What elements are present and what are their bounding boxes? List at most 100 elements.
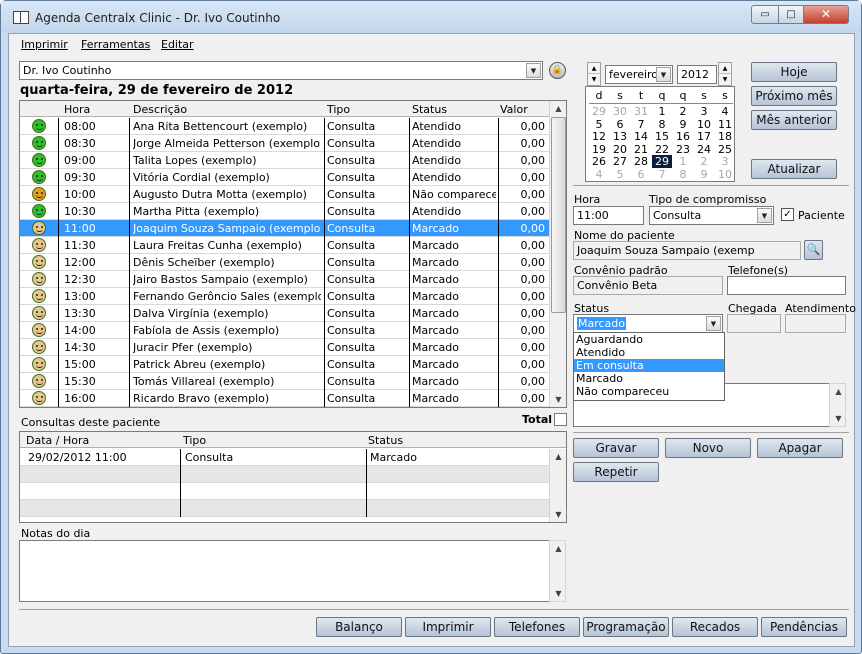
atualizar-button[interactable]: Atualizar bbox=[751, 159, 837, 179]
calendar-day[interactable]: 2 bbox=[673, 105, 693, 118]
chevron-down-icon[interactable]: ▼ bbox=[526, 63, 541, 78]
status-option[interactable]: Atendido bbox=[574, 346, 724, 359]
calendar-day[interactable]: 21 bbox=[631, 143, 651, 156]
month-spinner[interactable]: ▲ ▼ bbox=[587, 62, 601, 86]
menu-ferramentas[interactable]: Ferramentas bbox=[81, 38, 150, 51]
scroll-down-arrow[interactable]: ▼ bbox=[551, 586, 566, 601]
calendar-day[interactable]: 4 bbox=[589, 168, 609, 181]
calendar-day[interactable]: 25 bbox=[715, 143, 735, 156]
table-row[interactable]: 11:30 Laura Freitas Cunha (exemplo) Consul… bbox=[20, 237, 549, 254]
calendar-day[interactable]: 8 bbox=[673, 168, 693, 181]
chevron-down-icon[interactable]: ▼ bbox=[706, 316, 721, 331]
calendar-day[interactable]: 17 bbox=[694, 130, 714, 143]
table-row[interactable]: 08:30 Jorge Almeida Petterson (exemplo) Co… bbox=[20, 135, 549, 152]
calendar-day[interactable]: 30 bbox=[610, 105, 630, 118]
scroll-up-arrow[interactable]: ▲ bbox=[551, 541, 566, 556]
telefone-field[interactable] bbox=[727, 276, 846, 295]
table-row[interactable] bbox=[20, 500, 549, 517]
calendar-day[interactable]: 19 bbox=[589, 143, 609, 156]
history-scrollbar[interactable]: ▲ ▼ bbox=[549, 449, 566, 522]
table-row[interactable]: 15:00 Patrick Abreu (exemplo) Consulta Marc… bbox=[20, 356, 549, 373]
calendar-day[interactable]: 5 bbox=[589, 118, 609, 131]
calendar-day[interactable]: 1 bbox=[673, 155, 693, 168]
chevron-down-icon[interactable]: ▼ bbox=[757, 208, 772, 223]
table-row[interactable]: 12:00 Dênis Scheïber (exemplo) Consulta Mar… bbox=[20, 254, 549, 271]
chevron-down-icon[interactable]: ▼ bbox=[656, 67, 671, 82]
month-select[interactable]: fevereiro ▼ bbox=[605, 65, 673, 84]
paciente-checkbox[interactable]: ✓ bbox=[781, 208, 794, 221]
col-hora[interactable]: Hora bbox=[64, 103, 90, 116]
scroll-up-arrow[interactable]: ▲ bbox=[551, 101, 566, 116]
notes-textarea[interactable] bbox=[19, 540, 551, 602]
scroll-down-arrow[interactable]: ▼ bbox=[551, 392, 566, 407]
minimize-button[interactable]: ▭ bbox=[751, 5, 779, 24]
table-row[interactable]: 14:30 Juracir Pfer (exemplo) Consulta Marca… bbox=[20, 339, 549, 356]
calendar-day[interactable]: 12 bbox=[589, 130, 609, 143]
calendar-day[interactable]: 3 bbox=[715, 155, 735, 168]
table-row[interactable]: 10:30 Martha Pitta (exemplo) Consulta Atend… bbox=[20, 203, 549, 220]
calendar-day[interactable]: 5 bbox=[610, 168, 630, 181]
table-row[interactable]: 13:00 Fernando Gerôncio Sales (exemplo) Co… bbox=[20, 288, 549, 305]
lock-icon[interactable]: 🔒 bbox=[549, 62, 566, 79]
calendar-day[interactable]: 29 bbox=[589, 105, 609, 118]
calendar-day[interactable]: 20 bbox=[610, 143, 630, 156]
scroll-down-arrow[interactable]: ▼ bbox=[551, 507, 566, 522]
year-spinner[interactable]: ▲ ▼ bbox=[718, 62, 732, 86]
nome-field[interactable]: Joaquim Souza Sampaio (exemp bbox=[573, 241, 801, 260]
calendar-day[interactable]: 10 bbox=[715, 168, 735, 181]
calendar-day[interactable]: 23 bbox=[673, 143, 693, 156]
calendar-day[interactable]: 11 bbox=[715, 118, 735, 131]
hora-field[interactable]: 11:00 bbox=[573, 206, 644, 225]
telefones-button[interactable]: Telefones bbox=[494, 617, 580, 637]
novo-button[interactable]: Novo bbox=[665, 438, 751, 458]
col-valor[interactable]: Valor bbox=[500, 103, 528, 116]
repetir-button[interactable]: Repetir bbox=[573, 462, 659, 482]
calendar-day[interactable]: 31 bbox=[631, 105, 651, 118]
calendar-day[interactable]: 6 bbox=[631, 168, 651, 181]
status-option[interactable]: Marcado bbox=[574, 372, 724, 385]
col-tipo[interactable]: Tipo bbox=[327, 103, 350, 116]
table-row[interactable]: 11:00 Joaquim Souza Sampaio (exemplo) Cons… bbox=[20, 220, 549, 237]
close-button[interactable]: ✕ bbox=[803, 5, 849, 24]
tipo-select[interactable]: Consulta ▼ bbox=[649, 206, 774, 225]
table-row[interactable] bbox=[20, 466, 549, 483]
table-row[interactable]: 14:00 Fabíola de Assis (exemplo) Consulta M… bbox=[20, 322, 549, 339]
mes-anterior-button[interactable]: Mês anterior bbox=[751, 110, 837, 130]
programacao-button[interactable]: Programação bbox=[583, 617, 669, 637]
calendar-day[interactable]: 7 bbox=[631, 118, 651, 131]
scroll-up-arrow[interactable]: ▲ bbox=[831, 384, 846, 399]
calendar-day[interactable]: 22 bbox=[652, 143, 672, 156]
table-row[interactable]: 10:00 Augusto Dutra Motta (exemplo) Consul… bbox=[20, 186, 549, 203]
table-row[interactable]: 29/02/2012 11:00 Consulta Marcado bbox=[20, 449, 549, 466]
appointments-scrollbar[interactable]: ▲ ▼ bbox=[549, 101, 566, 407]
table-row[interactable]: 13:30 Dalva Virgínia (exemplo) Consulta Mar… bbox=[20, 305, 549, 322]
calendar-day[interactable]: 1 bbox=[652, 105, 672, 118]
gravar-button[interactable]: Gravar bbox=[573, 438, 659, 458]
search-icon[interactable]: 🔍 bbox=[804, 240, 823, 260]
calendar-day[interactable]: 29 bbox=[652, 155, 672, 168]
calendar-day[interactable]: 28 bbox=[631, 155, 651, 168]
col-descricao[interactable]: Descrição bbox=[133, 103, 187, 116]
hoje-button[interactable]: Hoje bbox=[751, 62, 837, 82]
col-hist-tipo[interactable]: Tipo bbox=[183, 434, 206, 447]
imprimir-button[interactable]: Imprimir bbox=[405, 617, 491, 637]
proximo-mes-button[interactable]: Próximo mês bbox=[751, 86, 837, 106]
recados-button[interactable]: Recados bbox=[672, 617, 758, 637]
calendar-day[interactable]: 24 bbox=[694, 143, 714, 156]
convenio-field[interactable]: Convênio Beta bbox=[573, 276, 723, 295]
calendar-day[interactable]: 4 bbox=[715, 105, 735, 118]
table-row[interactable] bbox=[20, 483, 549, 500]
calendar-day[interactable]: 15 bbox=[652, 130, 672, 143]
status-option[interactable]: Em consulta bbox=[574, 359, 724, 372]
calendar-day[interactable]: 16 bbox=[673, 130, 693, 143]
calendar-day[interactable]: 6 bbox=[610, 118, 630, 131]
calendar-day[interactable]: 2 bbox=[694, 155, 714, 168]
year-field[interactable]: 2012 bbox=[677, 65, 717, 84]
notes-scrollbar[interactable]: ▲ ▼ bbox=[549, 540, 566, 602]
atendimento-field[interactable] bbox=[785, 314, 846, 333]
table-row[interactable]: 12:30 Jairo Bastos Sampaio (exemplo) Consu… bbox=[20, 271, 549, 288]
calendar-day[interactable]: 7 bbox=[652, 168, 672, 181]
balanco-button[interactable]: Balanço bbox=[316, 617, 402, 637]
calendar-day[interactable]: 26 bbox=[589, 155, 609, 168]
pendencias-button[interactable]: Pendências bbox=[761, 617, 847, 637]
